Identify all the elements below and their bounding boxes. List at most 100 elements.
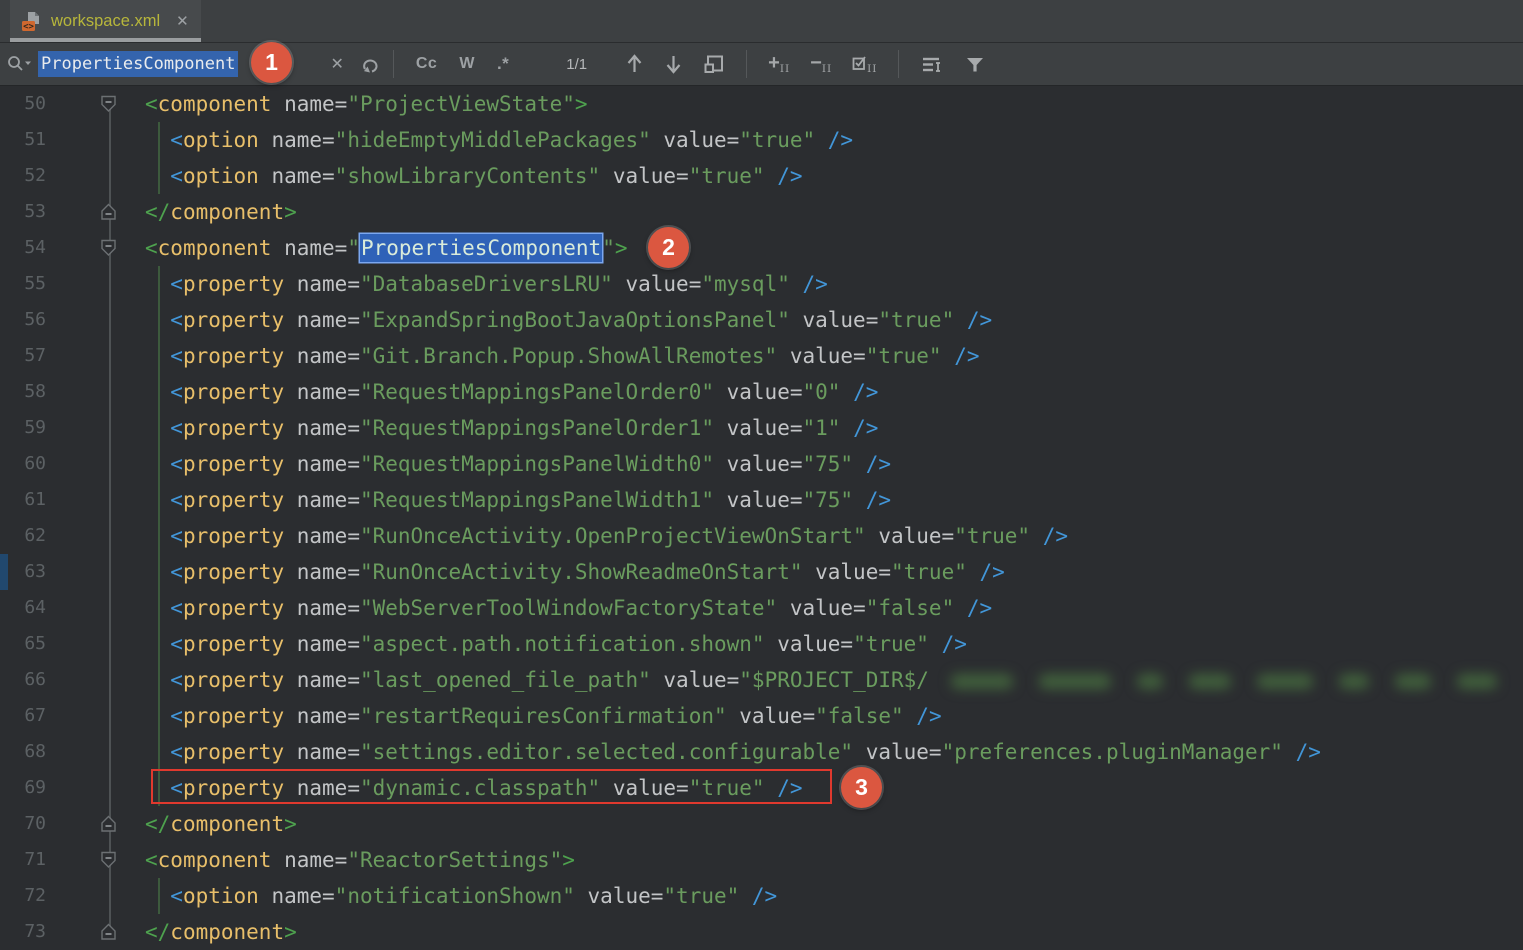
gutter — [46, 266, 145, 302]
redacted-blob — [1457, 674, 1497, 689]
tab-close-icon[interactable]: ✕ — [176, 12, 189, 30]
annotation-badge-2: 2 — [648, 227, 689, 268]
fold-guide-line — [109, 302, 111, 338]
code-line: 58 <property name="RequestMappingsPanelO… — [0, 374, 1523, 410]
indent-guide — [158, 590, 160, 626]
regex-button[interactable]: .* — [497, 54, 509, 74]
code-line: 73 </component> — [0, 914, 1523, 950]
code-text: <option name="notificationShown" value="… — [145, 878, 1523, 914]
code-text: </component> — [145, 806, 1523, 842]
newline-icon[interactable] — [360, 56, 382, 73]
next-occurrence-icon[interactable] — [665, 54, 682, 74]
fold-guide-line — [109, 122, 111, 158]
fold-toggle-icon[interactable] — [100, 923, 117, 941]
line-number: 57 — [0, 338, 46, 374]
toolbar-separator — [746, 50, 747, 78]
fold-toggle-icon[interactable] — [100, 239, 117, 257]
fold-guide-line — [109, 590, 111, 626]
line-number: 54 — [0, 230, 46, 266]
code-line: 52 <option name="showLibraryContents" va… — [0, 158, 1523, 194]
indent-guide — [158, 410, 160, 446]
gutter — [46, 302, 145, 338]
gutter — [46, 230, 145, 266]
gutter — [46, 626, 145, 662]
line-number: 70 — [0, 806, 46, 842]
line-number: 62 — [0, 518, 46, 554]
code-text: <property name="WebServerToolWindowFacto… — [145, 590, 1523, 626]
line-number: 73 — [0, 914, 46, 950]
fold-guide-line — [109, 158, 111, 194]
gutter — [46, 338, 145, 374]
indent-guide — [158, 698, 160, 734]
xml-file-icon: <> — [20, 10, 43, 33]
code-editor[interactable]: 50<component name="ProjectViewState">51 … — [0, 86, 1523, 943]
line-number: 53 — [0, 194, 46, 230]
line-number: 67 — [0, 698, 46, 734]
find-all-icon[interactable] — [704, 54, 724, 74]
fold-guide-line — [109, 482, 111, 518]
indent-guide — [158, 878, 160, 914]
line-number: 56 — [0, 302, 46, 338]
indent-guide — [158, 302, 160, 338]
redacted-blob — [951, 674, 1013, 689]
indent-guide — [158, 446, 160, 482]
indent-guide — [158, 266, 160, 302]
line-number: 63 — [0, 554, 46, 590]
code-text: <property name="DatabaseDriversLRU" valu… — [145, 266, 1523, 302]
fold-guide-line — [109, 266, 111, 302]
line-number: 59 — [0, 410, 46, 446]
indent-guide — [158, 662, 160, 698]
annotation-rectangle — [151, 769, 832, 804]
search-options-icon[interactable] — [921, 56, 943, 73]
line-number: 66 — [0, 662, 46, 698]
indent-guide — [158, 158, 160, 194]
search-icon[interactable] — [0, 55, 38, 73]
fold-toggle-icon[interactable] — [100, 95, 117, 113]
fold-toggle-icon[interactable] — [100, 851, 117, 869]
line-number: 58 — [0, 374, 46, 410]
remove-occurrence-icon[interactable]: −II — [810, 54, 832, 75]
add-occurrence-icon[interactable]: +II — [768, 54, 790, 75]
tab-title: workspace.xml — [51, 12, 160, 31]
redacted-blob — [1189, 674, 1231, 689]
editor-tab-bar: <> workspace.xml ✕ — [0, 0, 1523, 42]
annotation-badge-1: 1 — [251, 42, 292, 83]
line-number: 51 — [0, 122, 46, 158]
match-case-button[interactable]: Cc — [416, 55, 437, 73]
svg-text:<>: <> — [23, 22, 34, 32]
gutter — [46, 698, 145, 734]
line-number: 55 — [0, 266, 46, 302]
previous-occurrence-icon[interactable] — [626, 54, 643, 74]
code-text: <property name="Git.Branch.Popup.ShowAll… — [145, 338, 1523, 374]
words-button[interactable]: W — [459, 55, 475, 73]
code-text: <property name="RunOnceActivity.ShowRead… — [145, 554, 1523, 590]
clear-search-icon[interactable]: ✕ — [330, 54, 343, 74]
search-input[interactable]: PropertiesComponent — [38, 51, 238, 77]
code-text: <option name="showLibraryContents" value… — [145, 158, 1523, 194]
code-text: <property name="RequestMappingsPanelOrde… — [145, 410, 1523, 446]
fold-guide-line — [109, 662, 111, 698]
gutter — [46, 842, 145, 878]
code-text: </component> — [145, 914, 1523, 950]
select-all-occurrences-icon[interactable]: II — [852, 54, 877, 75]
line-number: 60 — [0, 446, 46, 482]
fold-guide-line — [109, 698, 111, 734]
fold-toggle-icon[interactable] — [100, 815, 117, 833]
code-line: 59 <property name="RequestMappingsPanelO… — [0, 410, 1523, 446]
line-number: 65 — [0, 626, 46, 662]
code-text: <property name="RequestMappingsPanelWidt… — [145, 446, 1523, 482]
gutter — [46, 878, 145, 914]
filter-icon[interactable] — [965, 56, 985, 73]
fold-toggle-icon[interactable] — [100, 203, 117, 221]
line-number: 72 — [0, 878, 46, 914]
active-tab-underline — [10, 38, 201, 42]
fold-guide-line — [109, 878, 111, 914]
tab-workspace-xml[interactable]: <> workspace.xml ✕ — [10, 0, 201, 42]
gutter — [46, 194, 145, 230]
redacted-blob — [1395, 674, 1431, 689]
gutter — [46, 158, 145, 194]
gutter — [46, 914, 145, 950]
code-text: <property name="RequestMappingsPanelWidt… — [145, 482, 1523, 518]
fold-guide-line — [109, 338, 111, 374]
gutter — [46, 446, 145, 482]
